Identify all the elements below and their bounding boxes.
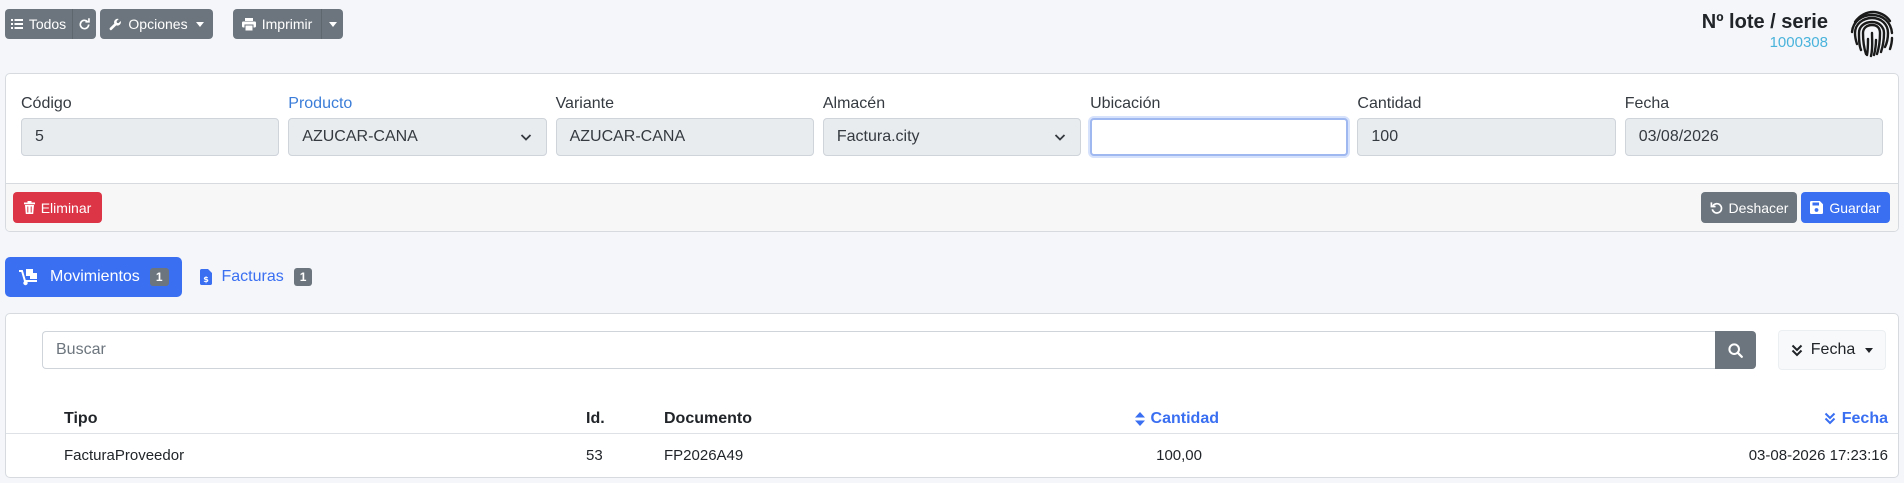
column-fecha-label: Fecha — [1841, 409, 1888, 427]
almacen-select[interactable]: Factura.city — [822, 118, 1082, 156]
caret-down-icon — [195, 21, 204, 27]
column-fecha[interactable]: Fecha — [1824, 404, 1888, 433]
producto-select[interactable]: AZUCAR-CANA — [288, 118, 547, 156]
variante-label: Variante — [555, 95, 614, 112]
almacen-value: Factura.city — [836, 128, 920, 145]
caret-down-icon — [1865, 347, 1874, 353]
tab-facturas-label: Facturas — [221, 268, 284, 285]
fecha-value: 03/08/2026 — [1638, 128, 1719, 145]
toolbar: Todos Opciones Imprimir — [5, 9, 343, 39]
invoice-icon: $ — [199, 269, 212, 285]
tab-movimientos-label: Movimientos — [50, 268, 140, 285]
cantidad-value: 100 — [1371, 128, 1399, 145]
tab-movimientos[interactable]: Movimientos 1 — [5, 257, 182, 297]
opciones-label: Opciones — [128, 16, 188, 32]
imprimir-label: Imprimir — [261, 16, 313, 32]
todos-button[interactable]: Todos — [5, 9, 72, 39]
tab-movimientos-count: 1 — [149, 268, 169, 286]
search-bar — [42, 331, 1756, 369]
almacen-label: Almacén — [822, 95, 886, 112]
cell-tipo: FacturaProveedor — [64, 446, 185, 464]
cell-fecha: 03-08-2026 17:23:16 — [1748, 446, 1888, 464]
double-chevron-down-icon — [1824, 412, 1836, 425]
codigo-input: 5 — [21, 118, 280, 156]
cell-id: 53 — [586, 446, 603, 464]
sort-label: Fecha — [1810, 341, 1856, 358]
movements-list-card: Fecha Tipo Id. Documento Cantidad Fecha … — [5, 313, 1899, 478]
tab-facturas-count: 1 — [293, 268, 313, 286]
cell-documento: FP2026A49 — [664, 446, 744, 464]
ubicacion-field: Ubicación — [1090, 94, 1349, 156]
refresh-icon — [78, 17, 91, 31]
lot-form-card: Código 5 Producto AZUCAR-CANA Variante A… — [5, 73, 1899, 232]
caret-down-icon — [328, 21, 337, 27]
serial-number: 1000308 — [1769, 34, 1828, 51]
deshacer-label: Deshacer — [1728, 199, 1789, 216]
eliminar-button[interactable]: Eliminar — [13, 192, 102, 223]
column-cantidad[interactable]: Cantidad — [1134, 404, 1219, 433]
producto-label-link[interactable]: Producto — [288, 94, 546, 118]
chevron-down-icon — [1054, 131, 1066, 143]
fecha-field: Fecha 03/08/2026 — [1624, 94, 1883, 156]
printer-icon — [241, 17, 256, 31]
cantidad-field: Cantidad 100 — [1357, 94, 1616, 156]
guardar-label: Guardar — [1829, 199, 1881, 216]
double-chevron-down-icon — [1791, 344, 1803, 357]
tab-facturas[interactable]: $ Facturas 1 — [184, 257, 329, 297]
column-tipo[interactable]: Tipo — [64, 404, 97, 433]
refresh-button[interactable] — [72, 9, 96, 39]
todos-label: Todos — [28, 16, 67, 32]
cantidad-input: 100 — [1357, 118, 1616, 156]
column-documento[interactable]: Documento — [664, 404, 752, 433]
table-row[interactable]: FacturaProveedor 53 FP2026A49 100,00 03-… — [6, 435, 1898, 475]
trash-icon — [23, 201, 35, 214]
almacen-field: Almacén Factura.city — [822, 94, 1082, 156]
form-footer: Eliminar Deshacer Guardar — [6, 183, 1898, 231]
imprimir-button-group: Imprimir — [233, 9, 343, 39]
cell-cantidad: 100,00 — [1156, 446, 1202, 464]
fecha-label: Fecha — [1624, 95, 1670, 112]
svg-text:$: $ — [203, 275, 209, 284]
fingerprint-icon — [1846, 8, 1898, 60]
search-input[interactable] — [42, 331, 1715, 369]
sort-icon — [1134, 411, 1145, 426]
imprimir-dropdown-toggle[interactable] — [321, 9, 343, 39]
chevron-down-icon — [520, 131, 532, 143]
producto-value: AZUCAR-CANA — [302, 128, 418, 145]
sort-dropdown-button[interactable]: Fecha — [1778, 330, 1886, 370]
ubicacion-label: Ubicación — [1090, 95, 1161, 112]
cantidad-label: Cantidad — [1357, 95, 1422, 112]
tabs: Movimientos 1 $ Facturas 1 — [5, 257, 328, 297]
ubicacion-input[interactable] — [1090, 118, 1349, 156]
todos-button-group: Todos — [5, 9, 96, 39]
column-cantidad-label: Cantidad — [1150, 409, 1219, 427]
save-icon — [1810, 201, 1824, 214]
list-icon — [10, 18, 23, 30]
imprimir-button[interactable]: Imprimir — [233, 9, 321, 39]
producto-field: Producto AZUCAR-CANA — [288, 94, 547, 156]
variante-input: AZUCAR-CANA — [555, 118, 814, 156]
opciones-button[interactable]: Opciones — [100, 9, 213, 39]
wrench-icon — [109, 18, 122, 31]
record-header: Nº lote / serie 1000308 — [1702, 10, 1828, 52]
dolly-icon — [18, 268, 40, 286]
page-title: Nº lote / serie — [1701, 11, 1828, 33]
deshacer-button[interactable]: Deshacer — [1701, 192, 1797, 223]
undo-icon — [1710, 201, 1723, 214]
eliminar-label: Eliminar — [40, 199, 92, 216]
table-header: Tipo Id. Documento Cantidad Fecha — [6, 404, 1898, 434]
codigo-label: Código — [21, 95, 72, 112]
codigo-field: Código 5 — [21, 94, 280, 156]
variante-value: AZUCAR-CANA — [569, 128, 686, 145]
fecha-input: 03/08/2026 — [1624, 118, 1883, 156]
column-id[interactable]: Id. — [586, 404, 605, 433]
search-icon — [1728, 342, 1743, 358]
codigo-value: 5 — [35, 128, 44, 145]
search-button[interactable] — [1715, 331, 1756, 369]
variante-field: Variante AZUCAR-CANA — [555, 94, 814, 156]
guardar-button[interactable]: Guardar — [1801, 192, 1890, 223]
